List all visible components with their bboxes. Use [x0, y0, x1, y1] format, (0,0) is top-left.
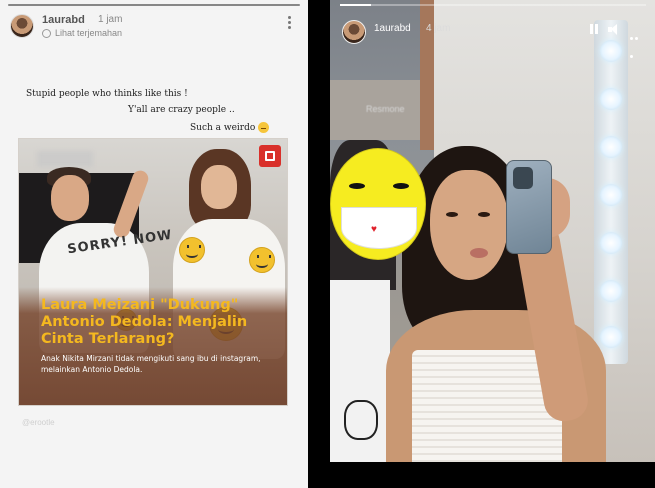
- username[interactable]: 1aurabd: [42, 14, 85, 26]
- heart: ♥: [371, 224, 377, 235]
- story-progress-bar: [8, 4, 300, 6]
- article-subtext: Anak Nikita Mirzani tidak mengikuti sang…: [41, 354, 261, 374]
- weirdo-emoji: [258, 122, 270, 133]
- translate-label: Lihat terjemahan: [55, 28, 123, 38]
- translate-link[interactable]: Lihat terjemahan: [42, 28, 122, 38]
- pause-icon[interactable]: [590, 24, 598, 34]
- more-vert-icon[interactable]: [288, 16, 292, 30]
- more-horiz-icon[interactable]: [630, 27, 644, 58]
- volume-icon[interactable]: [608, 24, 620, 35]
- avatar[interactable]: [342, 20, 366, 44]
- phone: [506, 160, 552, 254]
- right-story-panel: Resmone ♥ 1aurabd 4 jam: [330, 0, 655, 488]
- article-screenshot: SORRY! NOW Laura Meizani "Dukung" Antoni…: [18, 138, 288, 406]
- watermark: @erootle: [22, 418, 55, 427]
- story-progress-bar: [340, 4, 646, 6]
- person-face: [430, 170, 508, 280]
- story-header: 1aurabd 1 jam Lihat terjemahan: [6, 10, 302, 42]
- caption-line-1: Stupid people who thinks like this !: [26, 89, 188, 99]
- background-sign: Resmone: [366, 104, 405, 114]
- timestamp: 4 jam: [426, 23, 451, 34]
- timestamp: 1 jam: [98, 14, 123, 25]
- username[interactable]: 1aurabd: [374, 23, 411, 34]
- article-badge-icon: [259, 145, 281, 167]
- divider: [308, 0, 330, 488]
- globe-icon: [42, 28, 51, 38]
- caption-line-2: Y'all are crazy people ..: [128, 105, 235, 115]
- article-headline: Laura Meizani "Dukung" Antonio Dedola: M…: [41, 297, 248, 347]
- story-header: 1aurabd 4 jam: [338, 16, 648, 58]
- caption-line-3-text: Such a weirdo: [190, 122, 256, 133]
- smiley-sticker: ♥: [330, 148, 426, 260]
- left-story-panel: 1aurabd 1 jam Lihat terjemahan Stupid pe…: [0, 0, 308, 488]
- avatar[interactable]: [10, 14, 34, 38]
- caption-line-3: Such a weirdo: [190, 122, 270, 133]
